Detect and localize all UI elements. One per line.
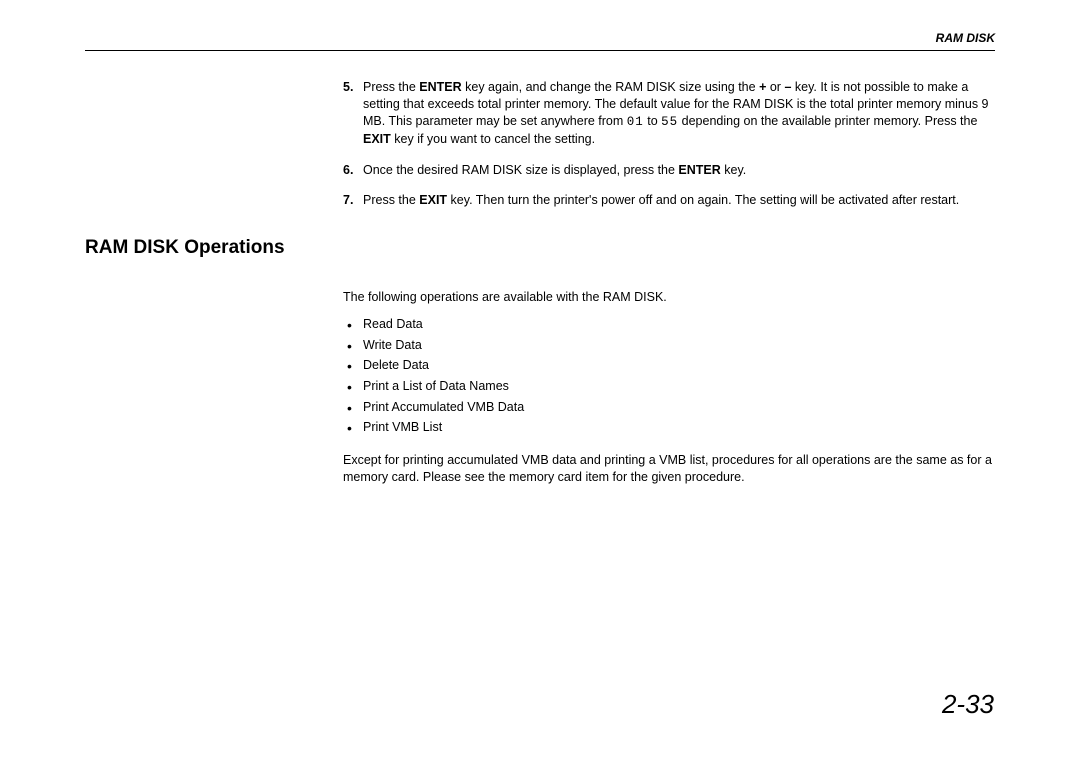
- step-5: 5. Press the ENTER key again, and change…: [343, 79, 995, 148]
- step-7: 7. Press the EXIT key. Then turn the pri…: [343, 192, 995, 209]
- list-item: Read Data: [343, 314, 995, 335]
- step-number: 5.: [343, 79, 353, 96]
- list-item: Write Data: [343, 335, 995, 356]
- outro-paragraph: Except for printing accumulated VMB data…: [343, 452, 995, 486]
- step-6: 6. Once the desired RAM DISK size is dis…: [343, 162, 995, 179]
- content-area: 5. Press the ENTER key again, and change…: [85, 51, 995, 486]
- step-text: Once the desired RAM DISK size is displa…: [363, 163, 746, 177]
- step-number: 6.: [343, 162, 353, 179]
- operations-list: Read Data Write Data Delete Data Print a…: [343, 314, 995, 438]
- list-item: Print VMB List: [343, 417, 995, 438]
- section-heading: RAM DISK Operations: [85, 237, 995, 259]
- step-text: Press the EXIT key. Then turn the printe…: [363, 193, 959, 207]
- intro-paragraph: The following operations are available w…: [343, 289, 995, 306]
- list-item: Delete Data: [343, 355, 995, 376]
- list-item: Print Accumulated VMB Data: [343, 397, 995, 418]
- step-text: Press the ENTER key again, and change th…: [363, 80, 989, 146]
- header-rule: RAM DISK: [85, 50, 995, 51]
- page-number: 2-33: [942, 689, 994, 720]
- header-label: RAM DISK: [936, 31, 995, 45]
- list-item: Print a List of Data Names: [343, 376, 995, 397]
- steps-list: 5. Press the ENTER key again, and change…: [343, 79, 995, 209]
- step-number: 7.: [343, 192, 353, 209]
- page-container: RAM DISK 5. Press the ENTER key again, a…: [85, 0, 995, 486]
